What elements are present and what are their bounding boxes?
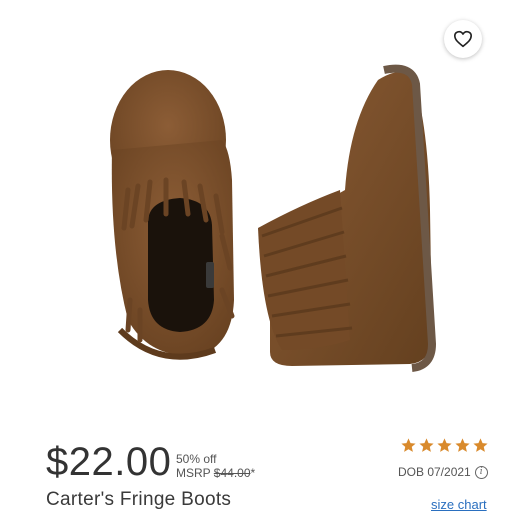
product-title: Carter's Fringe Boots [46,489,232,510]
right-boot [258,64,437,372]
star-icon [419,438,434,452]
rating-stars [400,437,489,454]
dob-label: DOB 07/2021 [398,465,471,479]
info-icon[interactable]: i [474,465,488,479]
star-icon [455,438,470,452]
star-icon [473,438,488,452]
msrp-value: $44.00 [213,466,251,480]
star-icon [437,438,452,452]
msrp-label: MSRP [176,466,211,480]
msrp-line: MSRP $44.00* [176,466,255,480]
heart-icon [454,30,472,48]
discount-label: 50% off [176,452,217,466]
favorite-button[interactable] [444,20,482,58]
left-boot [110,70,235,360]
star-icon [401,438,416,452]
product-image [110,64,437,372]
size-chart-link[interactable]: size chart [431,497,487,512]
msrp-mark: * [250,466,256,480]
dob-line: DOB 07/2021 i [398,465,488,479]
price: $22.00 [46,440,172,484]
